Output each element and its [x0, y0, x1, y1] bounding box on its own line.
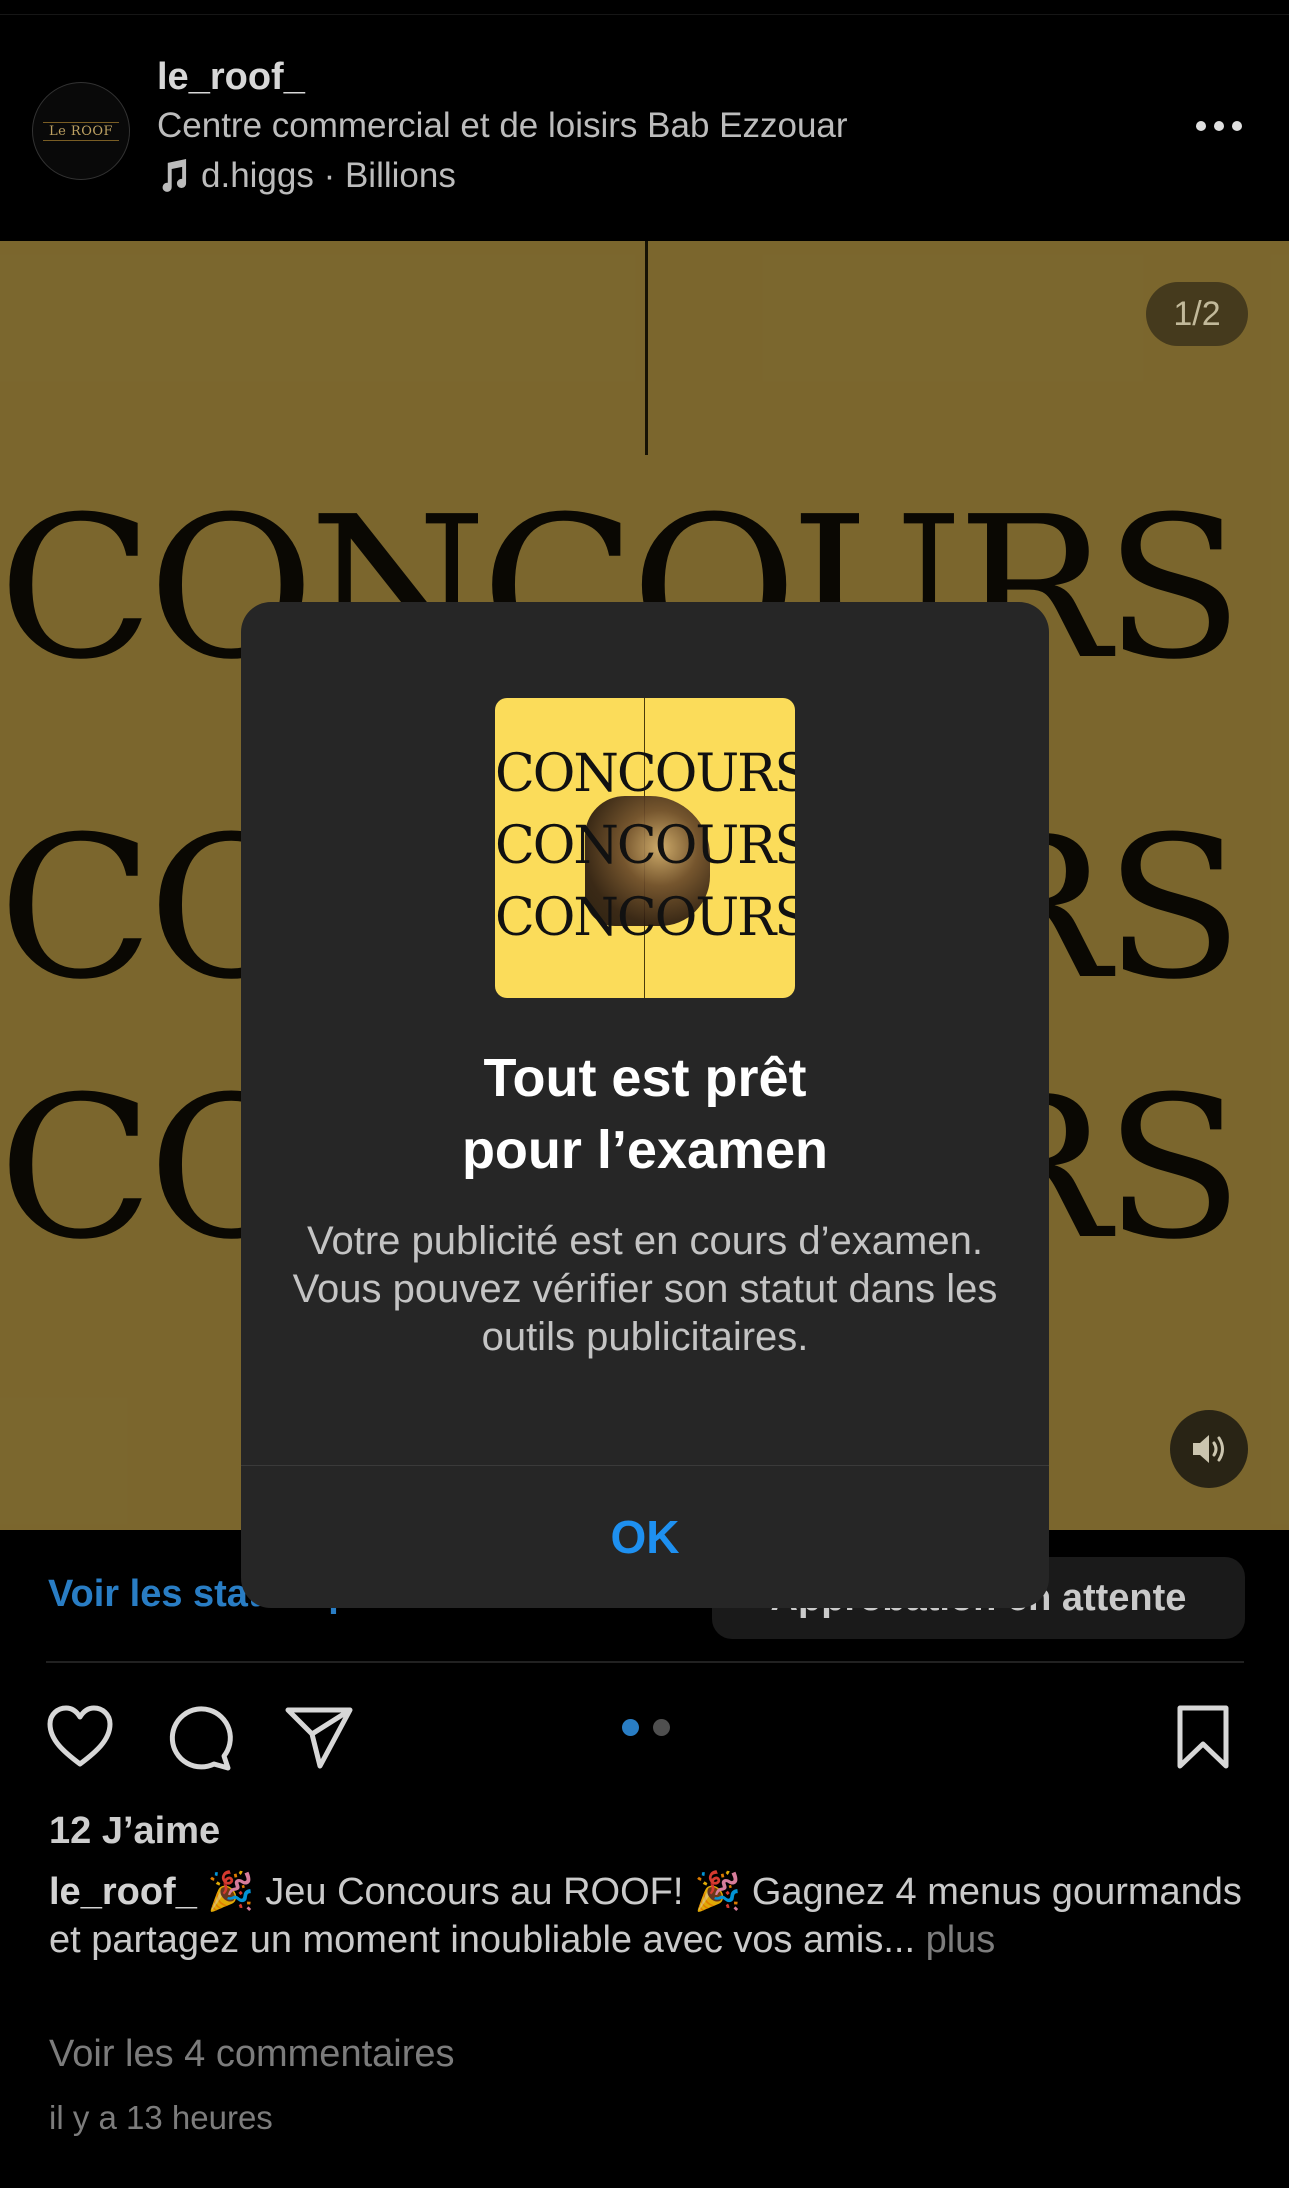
thumb-word-3: CONCOURS — [495, 888, 795, 948]
ad-thumbnail: CONCOURS CONCOURS CONCOURS — [495, 698, 795, 998]
dialog-title-line1: Tout est prêt — [483, 1048, 807, 1108]
dialog-title-line2: pour l’examen — [461, 1120, 829, 1180]
review-dialog: CONCOURS CONCOURS CONCOURS Tout est prêt… — [241, 602, 1049, 1608]
thumb-word-2: CONCOURS — [495, 816, 795, 876]
thumb-word-1: CONCOURS — [495, 744, 795, 804]
ok-button[interactable]: OK — [241, 1466, 1049, 1608]
dialog-message: Votre publicité est en cours d’examen. V… — [292, 1219, 998, 1359]
dialog-title: Tout est prêt pour l’examen — [241, 1042, 1049, 1186]
